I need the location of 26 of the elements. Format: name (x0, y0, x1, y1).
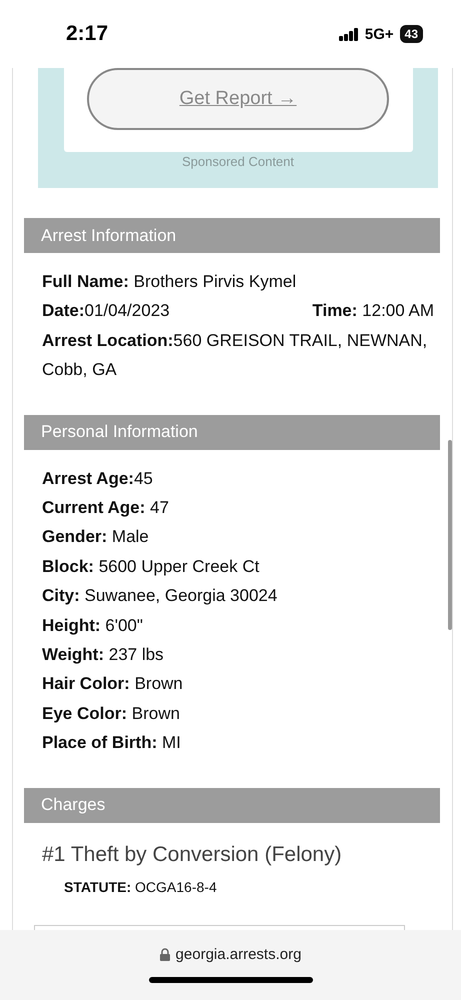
info-line: Full Name: Brothers Pirvis Kymel (42, 271, 298, 293)
info-line: Gender: Male (42, 526, 150, 548)
info-line: Eye Color: Brown (42, 702, 181, 725)
info-line: Current Age: 47 (42, 497, 170, 520)
network-label: 5G+ (364, 26, 394, 42)
info-line: Arrest Location:560 GREISON TRAIL, NEWNAN, Cobb, GA (42, 330, 428, 382)
info-line: City: Suwanee, Georgia 30024 (42, 585, 278, 608)
section-header: Charges (24, 788, 440, 823)
info-line: Hair Color: Brown (42, 673, 184, 696)
info-line: Weight: 237 lbs (42, 644, 165, 666)
info-line: Arrest Age:45 (42, 468, 154, 490)
info-line: Block: 5600 Upper Creek Ct (42, 556, 260, 578)
status-time: 2:17 (66, 22, 108, 46)
info-line: Date:01/04/2023 (42, 300, 170, 322)
signal-icon (338, 28, 359, 40)
info-line: Height: 6'00" (42, 614, 144, 637)
battery-icon: 43 (400, 25, 423, 43)
info-line: Time: 12:00 AM (312, 300, 434, 322)
info-line: Place of Birth: MI (42, 732, 182, 754)
sponsored-caption: Sponsored Content (182, 154, 294, 169)
section-header: Personal Information (24, 414, 440, 450)
lock-icon (160, 948, 170, 961)
statute-line: STATUTE: OCGA16-8-4 (63, 878, 218, 897)
charge-title: #1 Theft by Conversion (Felony) (42, 842, 343, 868)
url-text[interactable]: georgia.arrests.org (160, 946, 302, 963)
section-header: Arrest Information (24, 218, 440, 253)
